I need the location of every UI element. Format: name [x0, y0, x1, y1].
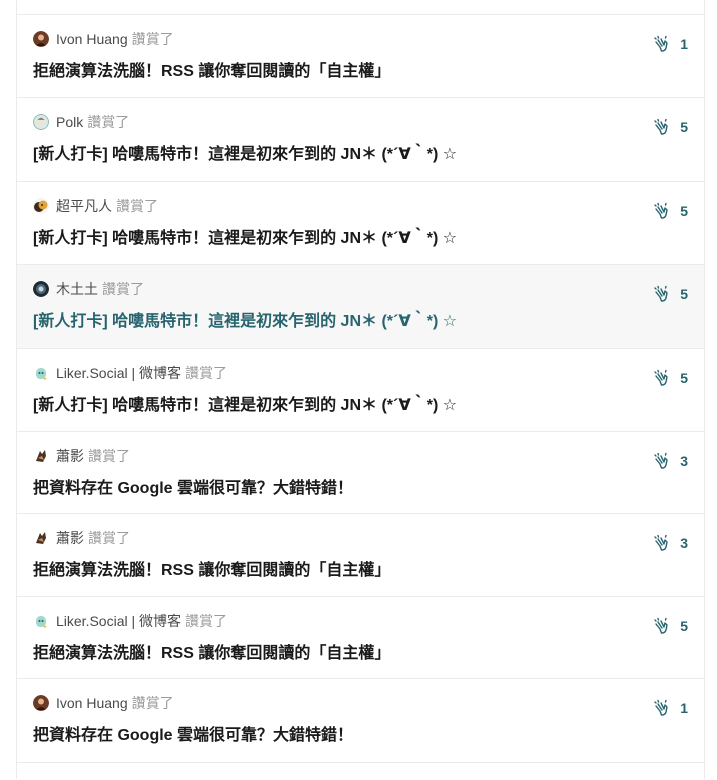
user-name[interactable]: 蕭影 — [56, 446, 84, 466]
user-name[interactable]: 蕭影 — [56, 528, 84, 548]
article-title[interactable]: 拒絕演算法洗腦！RSS 讓你奪回閱讀的「自主權」 — [33, 639, 688, 663]
article-title[interactable]: 拒絕演算法洗腦！RSS 讓你奪回閱讀的「自主權」 — [33, 57, 688, 81]
user-name[interactable]: 木土土 — [56, 279, 98, 299]
appreciation-count: 3 — [653, 452, 688, 470]
activity-item[interactable]: 蕭影 讚賞了 拒絕演算法洗腦！RSS 讓你奪回閱讀的「自主權」 3 — [17, 514, 704, 597]
activity-meta: 超平凡人 讚賞了 — [33, 182, 688, 214]
clap-icon — [654, 202, 668, 219]
clap-icon — [654, 285, 668, 302]
user-avatar[interactable] — [33, 281, 49, 297]
action-label: 讚賞了 — [102, 281, 144, 297]
activity-item[interactable]: Ivon Huang 讚賞了 把資料存在 Google 雲端很可靠？大錯特錯！ … — [17, 679, 704, 763]
article-title[interactable]: [新人打卡] 哈嘍馬特市！這裡是初來乍到的 JN＊ (*´∀｀*) ☆ — [33, 307, 688, 331]
user-name[interactable]: 超平凡人 — [56, 196, 112, 216]
user-name[interactable]: Polk — [56, 114, 83, 130]
appreciation-count: 5 — [653, 285, 688, 303]
user-avatar[interactable] — [33, 448, 49, 464]
appreciation-count: 5 — [653, 369, 688, 387]
activity-meta: 蕭影 讚賞了 — [33, 514, 688, 546]
activity-meta: Liker.Social | 微博客 讚賞了 — [33, 597, 688, 629]
activity-meta: 木土土 讚賞了 — [33, 265, 688, 297]
next-item-head — [17, 763, 704, 779]
activity-meta: Ivon Huang 讚賞了 — [33, 15, 688, 47]
activity-meta: Liker.Social | 微博客 讚賞了 — [33, 349, 688, 381]
appreciation-count-value: 1 — [680, 36, 688, 52]
activity-item[interactable]: Liker.Social | 微博客 讚賞了 [新人打卡] 哈嘍馬特市！這裡是初… — [17, 349, 704, 432]
user-name[interactable]: Ivon Huang — [56, 695, 128, 711]
clap-icon — [654, 118, 668, 135]
user-avatar[interactable] — [33, 114, 49, 130]
appreciation-activity-feed: Ivon Huang 讚賞了 拒絕演算法洗腦！RSS 讓你奪回閱讀的「自主權」 … — [16, 0, 705, 779]
appreciation-count-value: 3 — [680, 453, 688, 469]
action-label: 讚賞了 — [88, 448, 130, 464]
action-label: 讚賞了 — [185, 613, 228, 629]
article-title[interactable]: [新人打卡] 哈嘍馬特市！這裡是初來乍到的 JN＊ (*´∀｀*) ☆ — [33, 140, 688, 164]
activity-item[interactable]: 超平凡人 讚賞了 [新人打卡] 哈嘍馬特市！這裡是初來乍到的 JN＊ (*´∀｀… — [17, 182, 704, 265]
user-name[interactable]: Ivon Huang — [56, 31, 128, 47]
appreciation-count-value: 3 — [680, 535, 688, 551]
appreciation-count: 1 — [653, 699, 688, 717]
activity-item[interactable]: 蕭影 讚賞了 把資料存在 Google 雲端很可靠？大錯特錯！ 3 — [17, 432, 704, 514]
appreciation-count-value: 5 — [680, 203, 688, 219]
activity-item[interactable]: Ivon Huang 讚賞了 拒絕演算法洗腦！RSS 讓你奪回閱讀的「自主權」 … — [17, 15, 704, 98]
appreciation-count-value: 1 — [680, 700, 688, 716]
article-title[interactable]: [新人打卡] 哈嘍馬特市！這裡是初來乍到的 JN＊ (*´∀｀*) ☆ — [33, 224, 688, 248]
action-label: 讚賞了 — [131, 695, 174, 711]
user-avatar[interactable] — [33, 530, 49, 546]
appreciation-count: 5 — [653, 617, 688, 635]
clap-icon — [654, 369, 668, 386]
appreciation-count-value: 5 — [680, 286, 688, 302]
user-avatar[interactable] — [33, 695, 49, 711]
action-label: 讚賞了 — [87, 114, 130, 130]
activity-item[interactable]: 木土土 讚賞了 [新人打卡] 哈嘍馬特市！這裡是初來乍到的 JN＊ (*´∀｀*… — [17, 265, 704, 349]
action-label: 讚賞了 — [185, 365, 228, 381]
article-title[interactable]: 把資料存在 Google 雲端很可靠？大錯特錯！ — [33, 721, 688, 745]
article-title[interactable]: [新人打卡] 哈嘍馬特市！這裡是初來乍到的 JN＊ (*´∀｀*) ☆ — [33, 391, 688, 415]
user-name[interactable]: Liker.Social | 微博客 — [56, 611, 181, 631]
activity-meta: Polk 讚賞了 — [33, 98, 688, 130]
activity-meta: 蕭影 讚賞了 — [33, 432, 688, 464]
activity-item[interactable]: Liker.Social | 微博客 讚賞了 拒絕演算法洗腦！RSS 讓你奪回閱… — [17, 597, 704, 679]
user-avatar[interactable] — [33, 31, 49, 47]
previous-item-tail — [17, 0, 704, 15]
clap-icon — [654, 35, 668, 52]
activity-item[interactable]: Polk 讚賞了 [新人打卡] 哈嘍馬特市！這裡是初來乍到的 JN＊ (*´∀｀… — [17, 98, 704, 182]
user-avatar[interactable] — [33, 613, 49, 629]
appreciation-count: 5 — [653, 118, 688, 136]
action-label: 讚賞了 — [88, 530, 130, 546]
clap-icon — [654, 617, 668, 634]
clap-icon — [654, 699, 668, 716]
user-avatar[interactable] — [33, 198, 49, 214]
appreciation-count: 3 — [653, 534, 688, 552]
appreciation-count: 1 — [653, 35, 688, 53]
appreciation-count-value: 5 — [680, 618, 688, 634]
action-label: 讚賞了 — [131, 31, 174, 47]
clap-icon — [654, 534, 668, 551]
clap-icon — [654, 452, 668, 469]
article-title[interactable]: 把資料存在 Google 雲端很可靠？大錯特錯！ — [33, 474, 688, 498]
appreciation-count-value: 5 — [680, 119, 688, 135]
action-label: 讚賞了 — [116, 198, 158, 214]
appreciation-count-value: 5 — [680, 370, 688, 386]
user-avatar[interactable] — [33, 365, 49, 381]
activity-meta: Ivon Huang 讚賞了 — [33, 679, 688, 711]
article-title[interactable]: 拒絕演算法洗腦！RSS 讓你奪回閱讀的「自主權」 — [33, 556, 688, 580]
appreciation-count: 5 — [653, 202, 688, 220]
user-name[interactable]: Liker.Social | 微博客 — [56, 363, 181, 383]
